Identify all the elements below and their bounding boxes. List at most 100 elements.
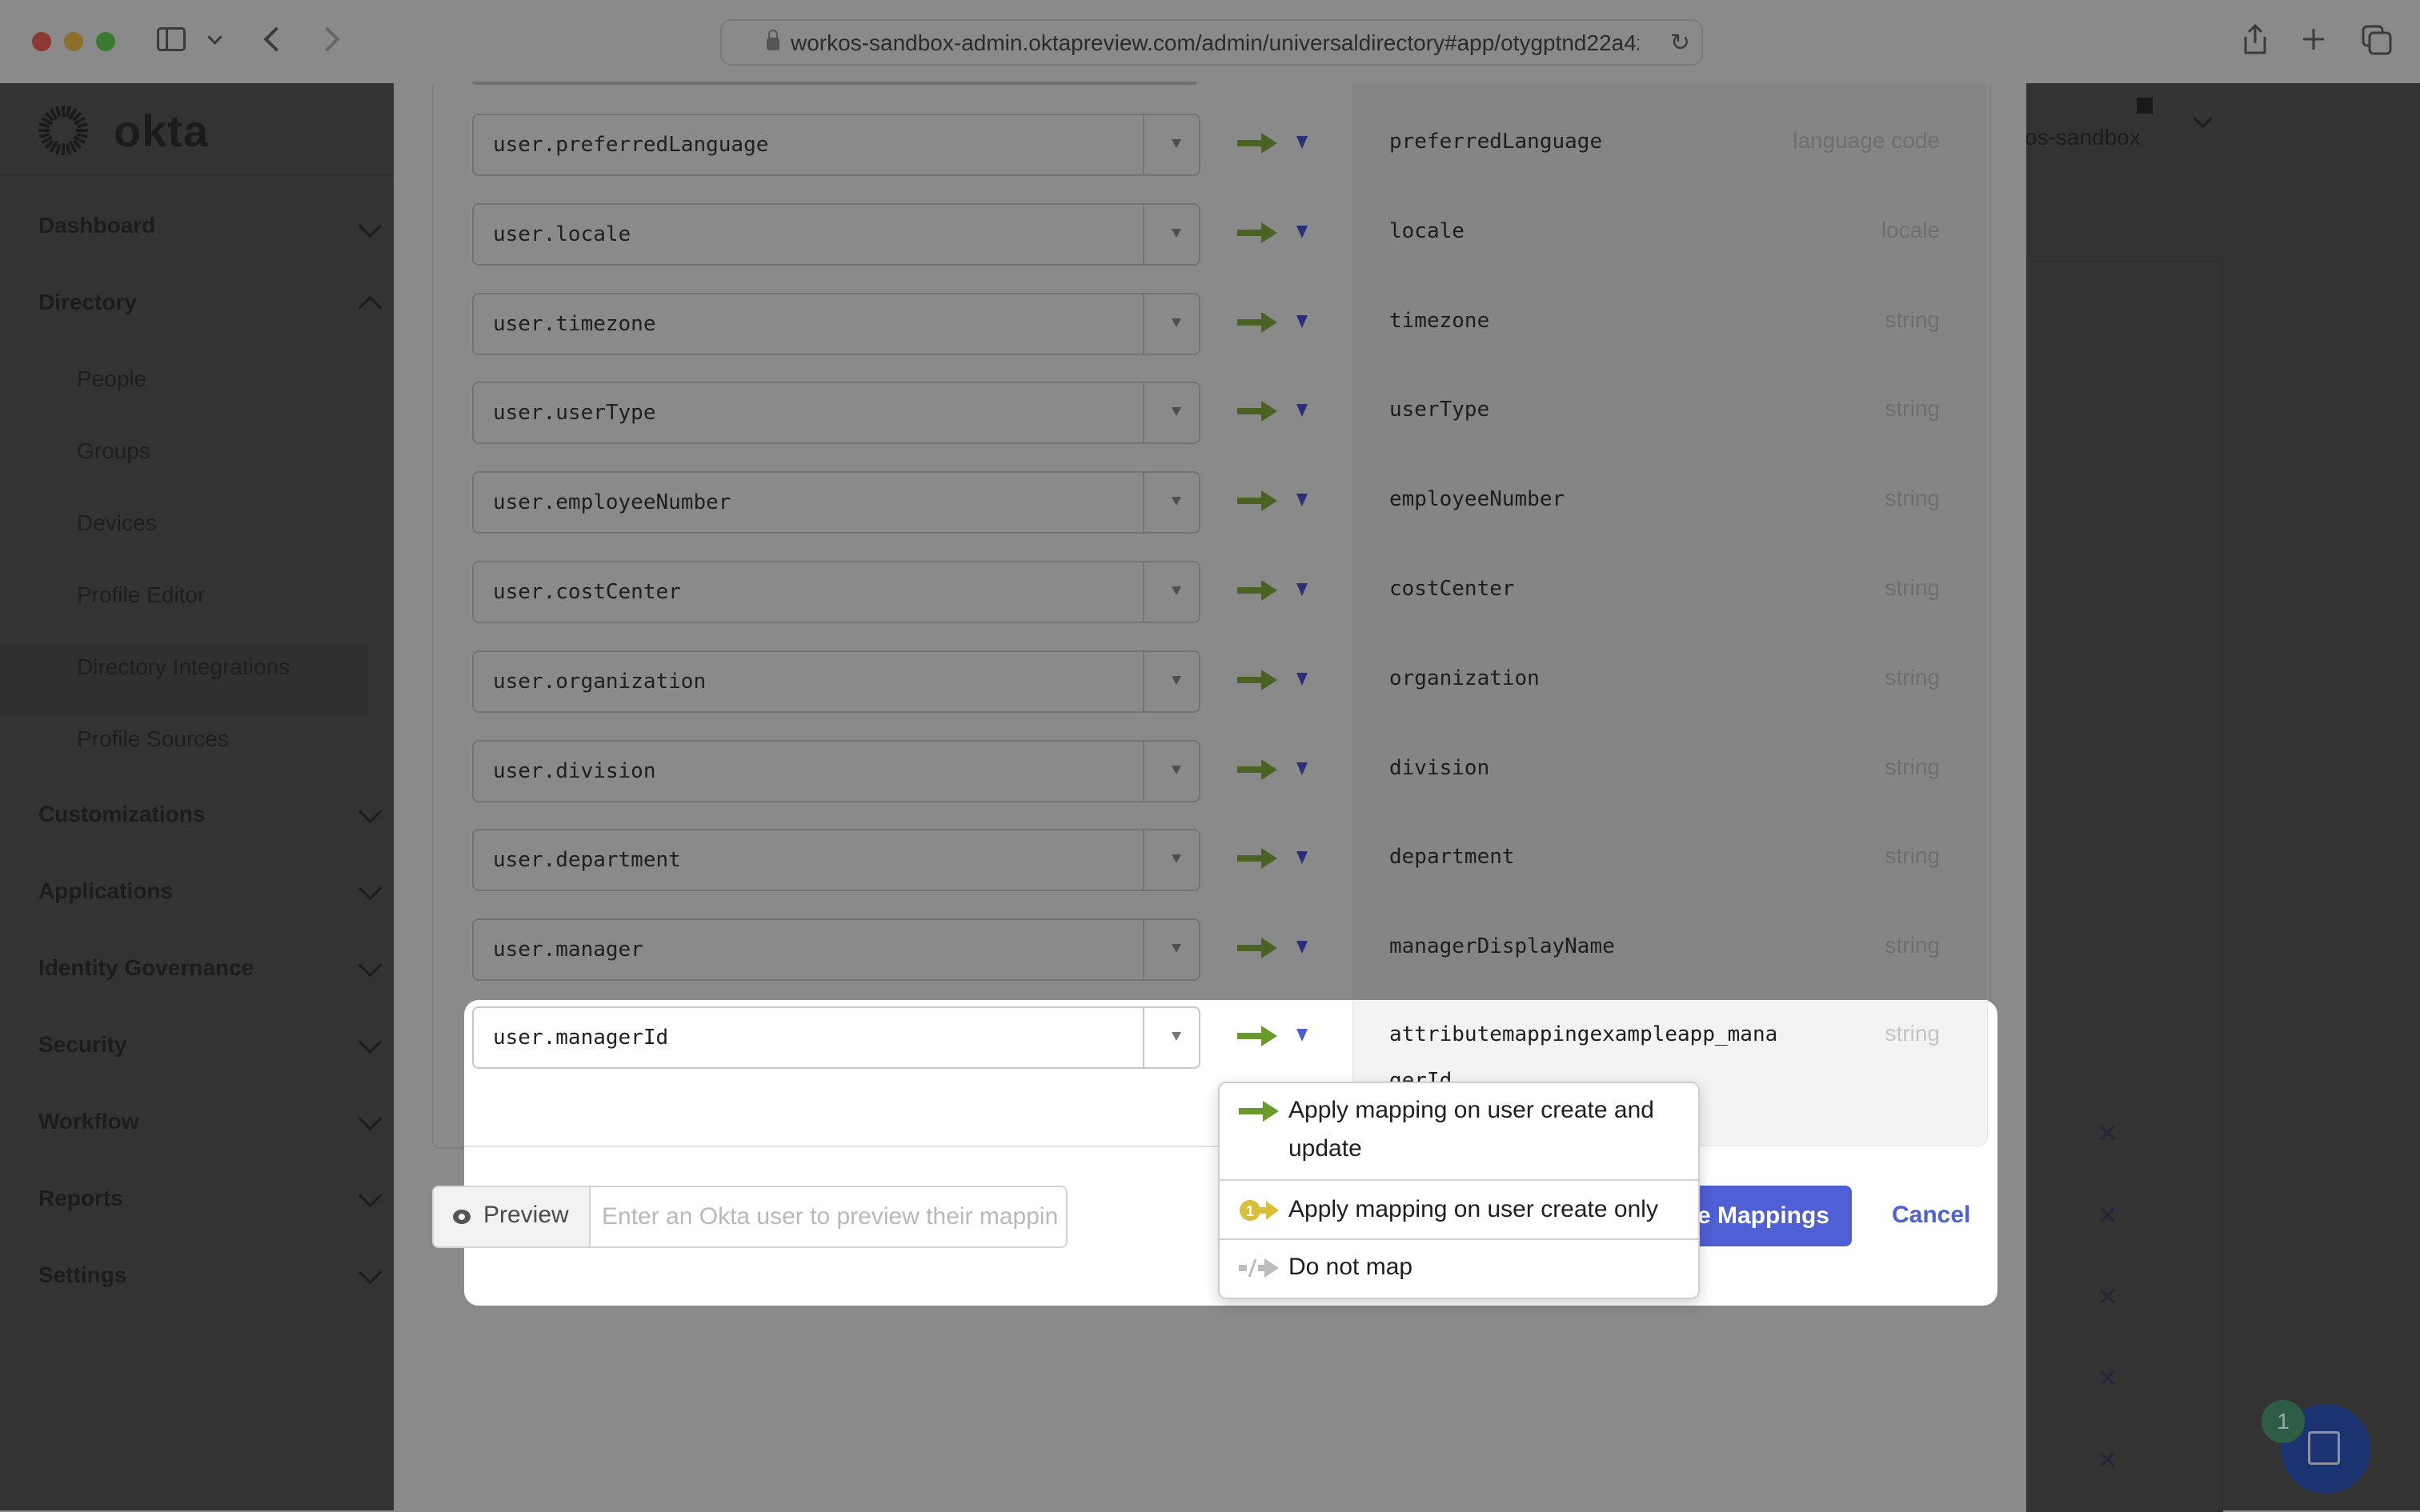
source-attribute-select[interactable]: user.costCenter	[472, 561, 1200, 623]
reload-icon[interactable]: ↻	[1670, 29, 1690, 57]
target-attribute-name: division	[1389, 756, 1490, 780]
url-text[interactable]: workos-sandbox-admin.oktapreview.com/adm…	[791, 30, 1639, 56]
mapping-behavior-dropdown[interactable]	[1296, 494, 1308, 506]
close-window-button[interactable]	[32, 32, 51, 51]
caret-down-icon[interactable]	[1172, 497, 1181, 506]
minimize-window-button[interactable]	[64, 32, 83, 51]
map-arrow-icon	[1237, 222, 1277, 243]
chevron-down-icon[interactable]	[207, 30, 222, 45]
preview-button[interactable]: Preview	[434, 1187, 591, 1246]
select-separator	[1143, 115, 1144, 174]
menu-item-label: Do not map	[1288, 1254, 1413, 1280]
arrow-head	[1261, 580, 1277, 601]
forward-icon[interactable]	[315, 26, 340, 52]
arrow-head	[1261, 490, 1277, 511]
menu-item-create-and-update[interactable]: Apply mapping on user create and update	[1220, 1083, 1698, 1179]
source-attribute-select[interactable]: user.employeeNumber	[472, 471, 1200, 534]
caret-down-icon[interactable]	[1172, 676, 1181, 685]
source-attribute-select[interactable]: user.department	[472, 829, 1200, 891]
nav-workflow[interactable]: Workflow	[38, 1109, 138, 1134]
lock-icon	[767, 30, 779, 50]
caret-down-icon[interactable]	[1172, 139, 1181, 148]
source-attribute-select[interactable]: user.organization	[472, 650, 1200, 713]
mapping-behavior-dropdown[interactable]	[1296, 136, 1308, 149]
menu-item-label: Apply mapping on user create and update	[1288, 1097, 1654, 1162]
map-arrow-icon	[1237, 580, 1277, 601]
map-arrow-icon	[1237, 401, 1277, 422]
caret-down-icon[interactable]	[1172, 854, 1181, 863]
source-attribute-value: user.department	[493, 848, 681, 872]
caret-down-icon[interactable]	[1172, 766, 1181, 774]
chevron-down-icon[interactable]	[358, 1106, 383, 1131]
address-bar[interactable]: workos-sandbox-admin.oktapreview.com/adm…	[720, 19, 1703, 66]
arrow-shaft	[1237, 677, 1264, 683]
previous-row-select	[472, 82, 1197, 85]
caret-down-icon[interactable]	[1172, 586, 1181, 595]
target-attribute-type: string	[1885, 933, 1940, 958]
chevron-down-icon[interactable]	[358, 1183, 383, 1208]
chevron-down-icon[interactable]	[358, 1260, 383, 1285]
arrow-shaft	[1237, 766, 1264, 773]
arrow-right-green-icon	[1239, 1101, 1279, 1122]
caret-down-icon[interactable]	[1172, 944, 1181, 953]
map-arrow-icon	[1237, 1026, 1277, 1046]
caret-down-icon[interactable]	[1172, 318, 1181, 327]
target-attribute-type: string	[1885, 843, 1940, 868]
mapping-behavior-dropdown[interactable]	[1296, 404, 1308, 417]
mapping-row: user.preferredLanguage preferredLanguage l…	[0, 114, 2420, 178]
arrow-shaft	[1237, 408, 1264, 414]
source-attribute-select[interactable]: user.manager	[472, 918, 1200, 981]
arrow-head	[1261, 222, 1277, 243]
source-attribute-select[interactable]: user.timezone	[472, 293, 1200, 355]
source-attribute-select[interactable]: user.managerId	[472, 1006, 1200, 1069]
tabs-overview-icon[interactable]	[2361, 24, 2393, 56]
mapping-behavior-dropdown[interactable]	[1296, 1029, 1308, 1042]
caret-down-icon[interactable]	[1172, 407, 1181, 416]
caret-down-icon[interactable]	[1172, 1032, 1181, 1041]
caret-down-icon[interactable]	[1172, 229, 1181, 238]
source-attribute-value: user.userType	[493, 401, 656, 425]
arrow-shaft	[1237, 587, 1264, 594]
arrow-shaft	[1237, 498, 1264, 504]
mapping-behavior-dropdown[interactable]	[1296, 583, 1308, 596]
source-attribute-select[interactable]: user.division	[472, 740, 1200, 802]
notification-badge: 1	[2262, 1400, 2305, 1443]
mapping-behavior-dropdown[interactable]	[1296, 226, 1308, 238]
arrow-shaft	[1237, 855, 1264, 862]
mapping-behavior-dropdown[interactable]	[1296, 673, 1308, 686]
preview-user-input[interactable]	[591, 1189, 1060, 1245]
map-arrow-icon	[1237, 670, 1277, 690]
select-separator	[1143, 205, 1144, 264]
nav-reports[interactable]: Reports	[38, 1186, 123, 1211]
mapping-behavior-dropdown[interactable]	[1296, 315, 1308, 328]
arrow-create-once-icon: 1	[1240, 1200, 1279, 1221]
source-attribute-select[interactable]: user.locale	[472, 203, 1200, 266]
mapping-behavior-dropdown[interactable]	[1296, 762, 1308, 775]
mapping-row: user.timezone timezone string	[0, 293, 2420, 357]
menu-item-create-only[interactable]: 1 Apply mapping on user create only	[1220, 1179, 1698, 1240]
source-attribute-select[interactable]: user.preferredLanguage	[472, 114, 1200, 176]
cancel-button[interactable]: Cancel	[1892, 1202, 1970, 1229]
target-attribute-type: string	[1885, 307, 1940, 332]
source-attribute-value: user.division	[493, 759, 656, 783]
sidebar-toggle-icon[interactable]	[157, 27, 186, 51]
share-icon[interactable]	[2241, 22, 2270, 56]
menu-item-do-not-map[interactable]: Do not map	[1220, 1238, 1698, 1298]
nav-settings[interactable]: Settings	[38, 1262, 126, 1288]
remove-icon: ✕	[2097, 1364, 2118, 1393]
mapping-behavior-dropdown[interactable]	[1296, 941, 1308, 954]
map-arrow-icon	[1237, 312, 1277, 333]
arrow-head	[1261, 848, 1277, 869]
select-separator	[1143, 1008, 1144, 1067]
zoom-window-button[interactable]	[96, 32, 115, 51]
nav-customizations[interactable]: Customizations	[38, 802, 205, 827]
target-attribute-name: employeeNumber	[1389, 487, 1565, 511]
back-icon[interactable]	[263, 26, 289, 52]
arrow-head	[1261, 759, 1277, 780]
target-attribute-name: department	[1389, 845, 1515, 869]
source-attribute-value: user.preferredLanguage	[493, 133, 769, 157]
new-tab-icon[interactable]	[2302, 27, 2326, 51]
source-attribute-select[interactable]: user.userType	[472, 382, 1200, 444]
mapping-behavior-dropdown[interactable]	[1296, 851, 1308, 864]
arrow-shaft	[1237, 1033, 1264, 1039]
